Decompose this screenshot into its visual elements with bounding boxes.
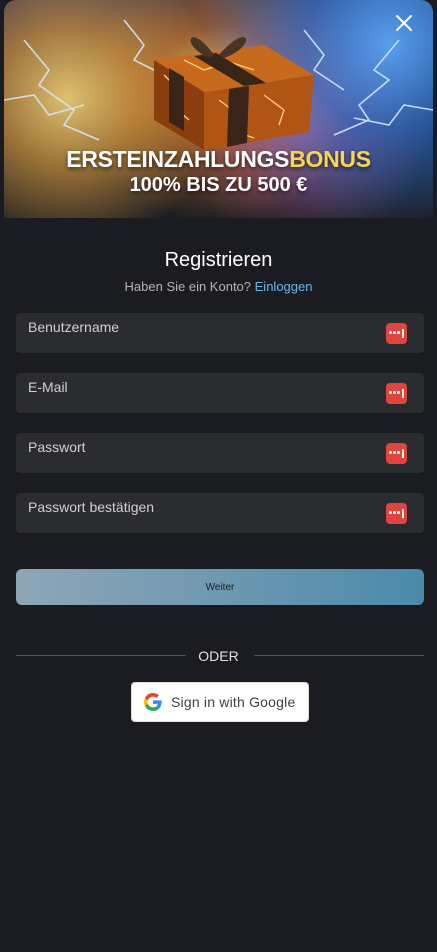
google-signin-button[interactable]: Sign in with Google — [131, 682, 309, 722]
confirm-password-input[interactable] — [16, 493, 424, 533]
banner-title-highlight: BONUS — [289, 146, 371, 172]
have-account-text: Haben Sie ein Konto? — [124, 279, 252, 294]
username-input[interactable] — [16, 313, 424, 353]
email-input[interactable] — [16, 373, 424, 413]
email-field-container — [16, 373, 424, 413]
promo-banner: ERSTEINZAHLUNGSBONUS 100% BIS ZU 500 € — [4, 0, 433, 218]
banner-title-main: ERSTEINZAHLUNGS — [66, 146, 290, 172]
password-manager-icon[interactable] — [386, 503, 407, 524]
password-input[interactable] — [16, 433, 424, 473]
password-field-container — [16, 433, 424, 473]
password-manager-icon[interactable] — [386, 323, 407, 344]
google-icon — [144, 693, 162, 711]
login-prompt: Haben Sie ein Konto? Einloggen — [0, 279, 437, 294]
login-link[interactable]: Einloggen — [255, 279, 313, 294]
username-field-container — [16, 313, 424, 353]
confirm-password-field-container — [16, 493, 424, 533]
banner-subtitle: 100% BIS ZU 500 € — [129, 174, 308, 196]
page-title: Registrieren — [164, 249, 273, 271]
password-manager-icon[interactable] — [386, 383, 407, 404]
divider-line-right — [254, 655, 424, 656]
password-manager-icon[interactable] — [386, 443, 407, 464]
divider-label: ODER — [198, 648, 239, 664]
close-button[interactable] — [393, 12, 415, 34]
banner-title: ERSTEINZAHLUNGSBONUS — [4, 146, 433, 173]
google-signin-label: Sign in with Google — [171, 694, 296, 710]
close-icon — [396, 15, 412, 31]
submit-button[interactable]: Weiter — [16, 569, 424, 605]
